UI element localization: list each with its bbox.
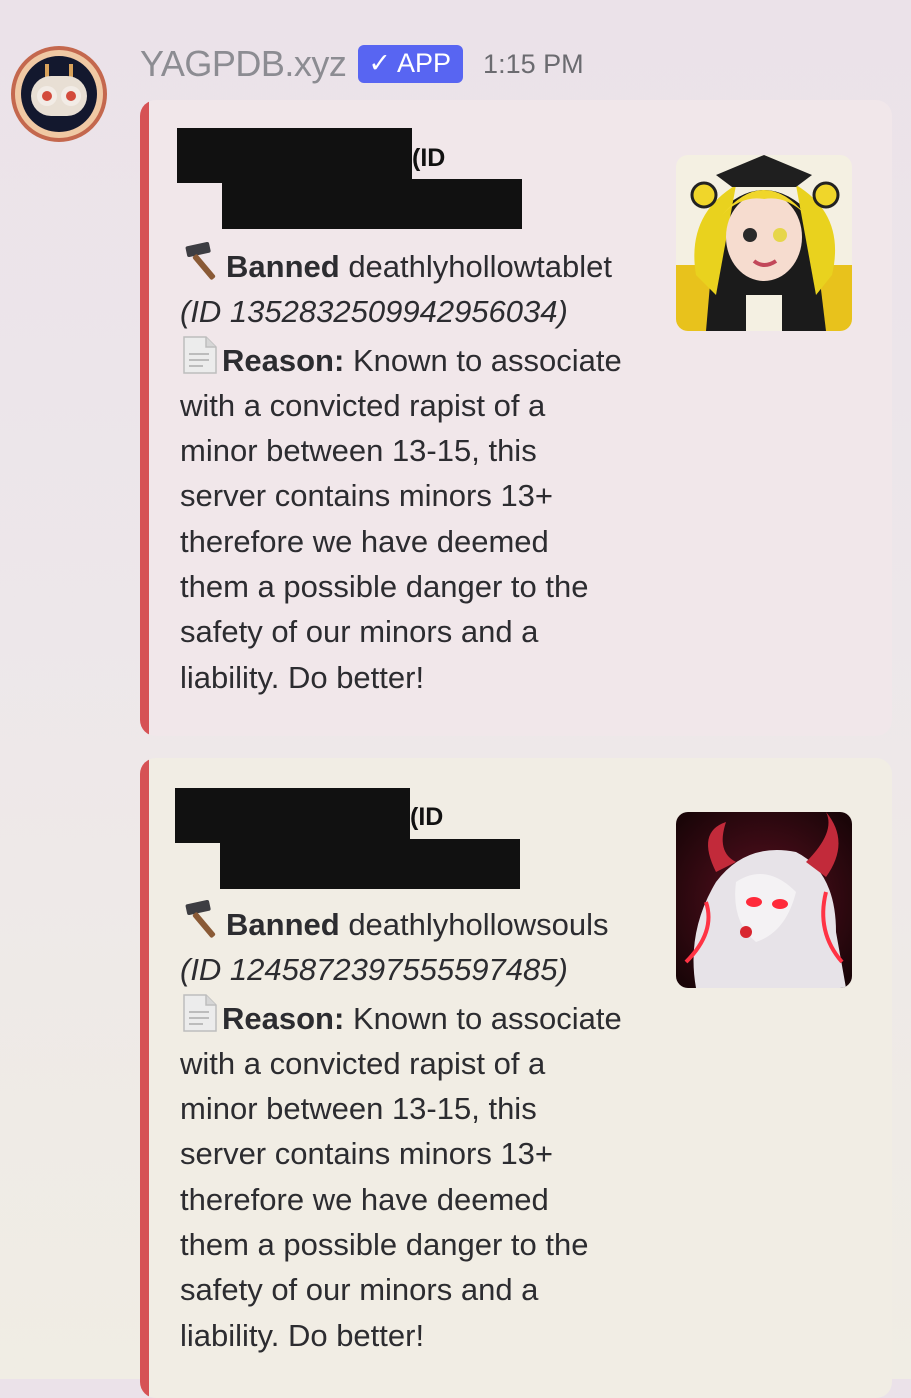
- redacted-block: [177, 128, 412, 183]
- bot-username[interactable]: YAGPDB.xyz: [140, 43, 347, 85]
- app-badge-label: APP: [397, 48, 452, 78]
- reason-line: them a possible danger to the: [180, 1227, 589, 1263]
- reason-line: therefore we have deemed: [180, 1181, 549, 1217]
- reason-line: server contains minors 13+: [180, 478, 554, 514]
- reason-line: Known to associate: [352, 342, 622, 378]
- redacted-block: [175, 788, 410, 843]
- checkmark-icon: ✓: [368, 48, 392, 78]
- ban-embed: (ID Banned deathlyhollowsouls (ID 124587…: [140, 758, 892, 1398]
- reason-line: therefore we have deemed: [180, 523, 549, 559]
- message-header: YAGPDB.xyz ✓ APP 1:15 PM: [140, 40, 584, 88]
- reason-line: with a convicted rapist of a: [180, 1045, 546, 1081]
- reason-line: liability. Do better!: [180, 1317, 425, 1353]
- reason-line: safety of our minors and a: [180, 614, 539, 650]
- reason-line: safety of our minors and a: [180, 1272, 539, 1308]
- embed-description: Banned deathlyhollowsouls (ID 1245872397…: [180, 899, 660, 1358]
- reason-line: with a convicted rapist of a: [180, 387, 546, 423]
- redacted-block: [222, 179, 522, 229]
- hammer-icon: [185, 241, 216, 280]
- embed-title-id-fragment: (ID: [410, 803, 444, 831]
- embed-title-id-fragment: (ID: [412, 144, 446, 172]
- reason-line: minor between 13-15, this: [180, 433, 537, 469]
- reason-line: minor between 13-15, this: [180, 1091, 537, 1127]
- app-badge: ✓ APP: [358, 45, 464, 83]
- bot-avatar[interactable]: [11, 46, 107, 142]
- reason-line: liability. Do better!: [180, 659, 425, 695]
- banned-label: Banned: [226, 249, 340, 284]
- message-timestamp[interactable]: 1:15 PM: [483, 49, 584, 80]
- banned-user-id: (ID 1245872397555597485): [180, 952, 568, 988]
- embed-thumbnail-avatar[interactable]: [676, 812, 852, 988]
- reason-line: Known to associate: [352, 1000, 622, 1036]
- embed-description: Banned deathlyhollowtablet (ID 135283250…: [180, 241, 660, 700]
- banned-username: deathlyhollowtablet: [348, 249, 612, 284]
- redacted-block: [220, 839, 520, 889]
- banned-username: deathlyhollowsouls: [348, 907, 609, 942]
- reason-label: Reason:: [222, 342, 345, 378]
- ban-embed: (ID Banned deathlyhollowtablet (ID 13528…: [140, 100, 892, 736]
- reason-line: them a possible danger to the: [180, 569, 589, 605]
- page-facing-up-icon: [183, 335, 217, 374]
- hammer-icon: [185, 899, 216, 938]
- embed-accent-bar: [140, 100, 149, 736]
- banned-user-id: (ID 1352832509942956034): [180, 294, 568, 330]
- banned-label: Banned: [226, 907, 340, 942]
- bot-avatar-image: [21, 56, 97, 132]
- embed-thumbnail-avatar[interactable]: [676, 155, 852, 331]
- reason-label: Reason:: [222, 1000, 345, 1036]
- reason-line: server contains minors 13+: [180, 1136, 554, 1172]
- page-facing-up-icon: [183, 993, 217, 1032]
- embed-accent-bar: [140, 758, 149, 1398]
